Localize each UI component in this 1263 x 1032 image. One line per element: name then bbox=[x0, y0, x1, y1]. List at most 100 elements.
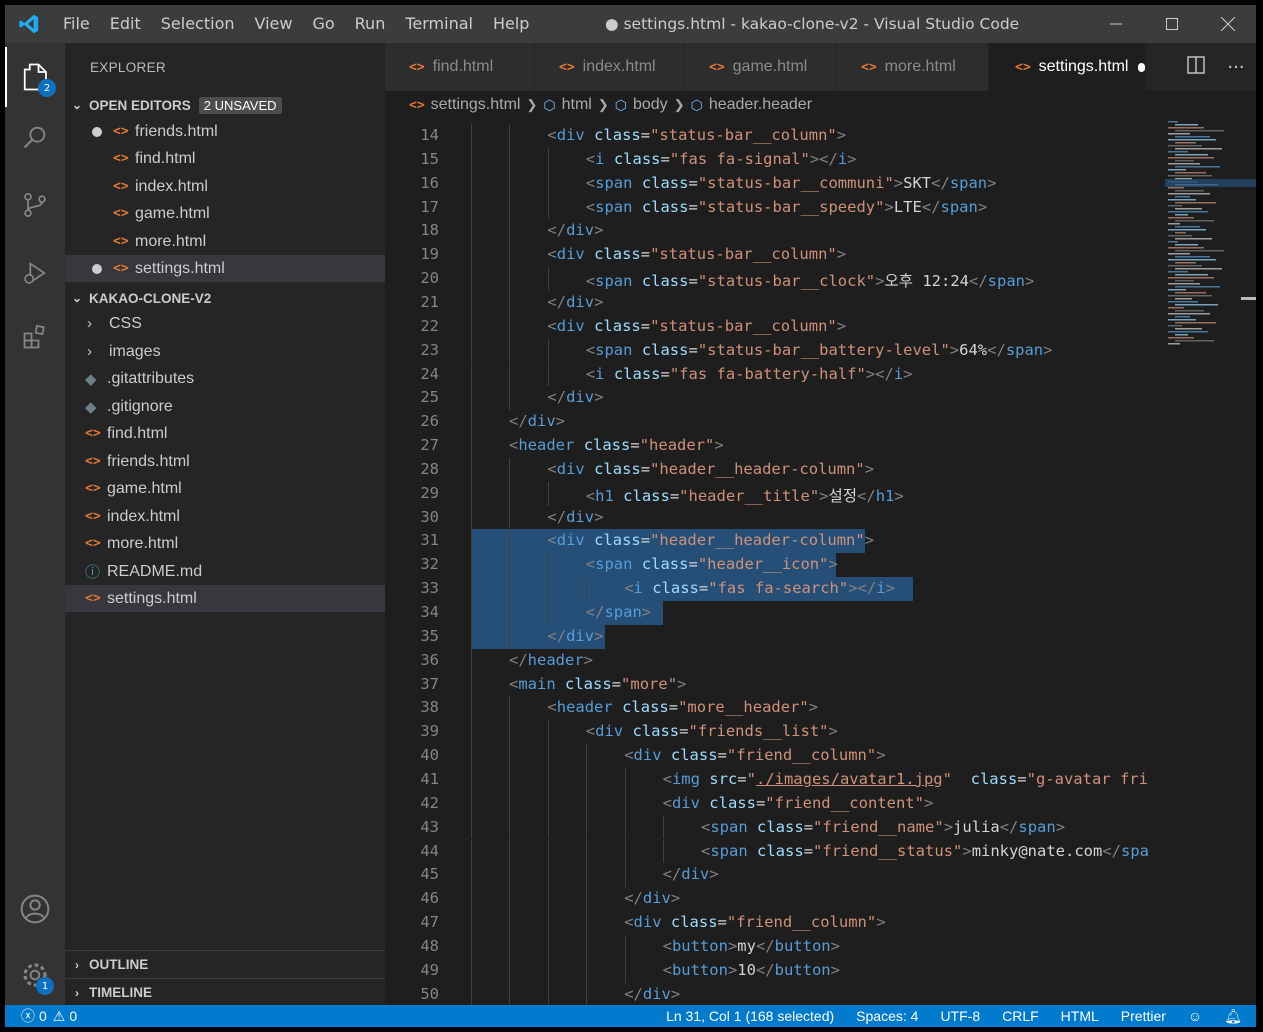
code-line[interactable]: </div> bbox=[547, 627, 603, 645]
code-line[interactable]: <div class="status-bar__column"> bbox=[547, 245, 846, 263]
cursor-position[interactable]: Ln 31, Col 1 (168 selected) bbox=[666, 1008, 834, 1024]
menu-file[interactable]: File bbox=[53, 5, 100, 43]
code-line[interactable]: <span class="friend__status">minky@nate.… bbox=[701, 842, 1149, 860]
open-editor-index[interactable]: <> index.html bbox=[65, 173, 385, 200]
code-line[interactable]: </header> bbox=[509, 651, 593, 669]
code-line[interactable]: </div> bbox=[547, 293, 603, 311]
file-gitattributes[interactable]: ◆ .gitattributes bbox=[65, 365, 385, 392]
more-actions-icon[interactable]: ··· bbox=[1216, 57, 1256, 78]
file-readme[interactable]: ⓘ README.md bbox=[65, 558, 385, 585]
extensions-icon[interactable] bbox=[5, 307, 65, 367]
code-line[interactable]: <div class="friends__list"> bbox=[586, 722, 838, 740]
breadcrumb-header[interactable]: header.header bbox=[709, 96, 812, 114]
code-line[interactable]: <main class="more"> bbox=[509, 675, 686, 693]
account-icon[interactable] bbox=[5, 879, 65, 939]
prettier-status[interactable]: Prettier bbox=[1121, 1008, 1166, 1024]
code-line[interactable]: </div> bbox=[547, 508, 603, 526]
notifications-bell-icon[interactable]: 🔔︎ bbox=[1224, 1008, 1242, 1025]
split-editor-icon[interactable] bbox=[1176, 55, 1216, 79]
menu-view[interactable]: View bbox=[245, 5, 303, 43]
minimap[interactable] bbox=[1165, 119, 1256, 1005]
scrollbar-thumb[interactable] bbox=[1241, 297, 1256, 300]
open-editor-find[interactable]: <> find.html bbox=[65, 145, 385, 172]
open-editor-settings[interactable]: <> settings.html bbox=[65, 255, 385, 282]
code-line[interactable]: <div class="status-bar__column"> bbox=[547, 317, 846, 335]
manage-gear-icon[interactable]: 1 bbox=[5, 945, 65, 1005]
file-settings[interactable]: <> settings.html bbox=[65, 585, 385, 612]
project-section[interactable]: ⌄ KAKAO-CLONE-V2 bbox=[65, 284, 385, 312]
menu-selection[interactable]: Selection bbox=[151, 5, 245, 43]
file-more[interactable]: <> more.html bbox=[65, 530, 385, 557]
code-line[interactable]: <div class="friend__column"> bbox=[624, 913, 885, 931]
encoding[interactable]: UTF-8 bbox=[940, 1008, 980, 1024]
code-line[interactable]: <span class="status-bar__communi">SKT</s… bbox=[586, 174, 997, 192]
code-line[interactable]: <span class="status-bar__clock">오후 12:24… bbox=[586, 269, 1035, 291]
code-line[interactable]: <i class="fas fa-battery-half"></i> bbox=[586, 365, 913, 383]
code-line[interactable]: <span class="header__icon"> bbox=[586, 555, 838, 573]
code-line[interactable]: <div class="header__header-column"> bbox=[547, 531, 874, 549]
tab-settings[interactable]: <> settings.html bbox=[989, 43, 1146, 91]
timeline-section[interactable]: › TIMELINE bbox=[65, 978, 385, 1006]
indentation[interactable]: Spaces: 4 bbox=[856, 1008, 918, 1024]
open-editor-game[interactable]: <> game.html bbox=[65, 200, 385, 227]
file-friends[interactable]: <> friends.html bbox=[65, 448, 385, 475]
run-debug-icon[interactable] bbox=[5, 243, 65, 303]
source-control-icon[interactable] bbox=[5, 175, 65, 235]
line-ending[interactable]: CRLF bbox=[1002, 1008, 1039, 1024]
code-line[interactable]: <header class="more__header"> bbox=[547, 698, 818, 716]
code-line[interactable]: <span class="status-bar__speedy">LTE</sp… bbox=[586, 198, 987, 216]
tab-find[interactable]: <> find.html bbox=[385, 43, 535, 91]
tab-index[interactable]: <> index.html bbox=[535, 43, 685, 91]
code-line[interactable]: </div> bbox=[547, 221, 603, 239]
code-line[interactable]: <i class="fas fa-signal"></i> bbox=[586, 150, 857, 168]
folder-css[interactable]: › CSS bbox=[65, 310, 385, 337]
code-line[interactable]: <span class="status-bar__battery-level">… bbox=[586, 341, 1053, 359]
code-line[interactable]: </span> bbox=[586, 603, 651, 621]
folder-images[interactable]: › images bbox=[65, 338, 385, 365]
code-line[interactable]: </div> bbox=[547, 388, 603, 406]
menu-terminal[interactable]: Terminal bbox=[395, 5, 483, 43]
breadcrumb-body[interactable]: body bbox=[633, 96, 668, 114]
menu-run[interactable]: Run bbox=[345, 5, 396, 43]
tab-game[interactable]: <> game.html bbox=[685, 43, 837, 91]
close-icon[interactable] bbox=[1200, 5, 1256, 43]
minimize-icon[interactable] bbox=[1088, 5, 1144, 43]
outline-section[interactable]: › OUTLINE bbox=[65, 950, 385, 978]
code-line[interactable]: <button>10</button> bbox=[663, 961, 840, 979]
search-icon[interactable] bbox=[5, 107, 65, 167]
breadcrumb-file[interactable]: settings.html bbox=[431, 96, 521, 114]
code-line[interactable]: <div class="header__header-column"> bbox=[547, 460, 874, 478]
menu-help[interactable]: Help bbox=[483, 5, 539, 43]
unsaved-dot-icon[interactable] bbox=[1138, 62, 1145, 72]
code-line[interactable]: </div> bbox=[624, 889, 680, 907]
code-line[interactable]: <button>my</button> bbox=[663, 937, 840, 955]
code-line[interactable]: <span class="friend__name">julia</span> bbox=[701, 818, 1065, 836]
problems-indicator[interactable]: ⓧ 0 ⚠ 0 bbox=[5, 1006, 77, 1026]
breadcrumb-html[interactable]: html bbox=[562, 96, 592, 114]
language-mode[interactable]: HTML bbox=[1061, 1008, 1099, 1024]
code-line[interactable]: </div> bbox=[509, 412, 565, 430]
code-line[interactable]: <img src="./images/avatar1.jpg" class="g… bbox=[663, 770, 1148, 788]
menu-go[interactable]: Go bbox=[302, 5, 344, 43]
feedback-icon[interactable]: ☺ bbox=[1188, 1008, 1202, 1024]
code-line[interactable]: <div class="status-bar__column"> bbox=[547, 126, 846, 144]
open-editors-section[interactable]: ⌄ OPEN EDITORS 2 UNSAVED bbox=[65, 91, 385, 119]
code-line[interactable]: <div class="friend__column"> bbox=[624, 746, 885, 764]
file-gitignore[interactable]: ◆ .gitignore bbox=[65, 393, 385, 420]
open-editor-more[interactable]: <> more.html bbox=[65, 228, 385, 255]
file-game[interactable]: <> game.html bbox=[65, 475, 385, 502]
file-index[interactable]: <> index.html bbox=[65, 503, 385, 530]
code-line[interactable]: <header class="header"> bbox=[509, 436, 724, 454]
tab-more[interactable]: <> more.html bbox=[837, 43, 989, 91]
code-line[interactable]: <div class="friend__content"> bbox=[663, 794, 934, 812]
file-find[interactable]: <> find.html bbox=[65, 420, 385, 447]
code-line[interactable]: <h1 class="header__title">설정</h1> bbox=[586, 484, 904, 506]
code-editor[interactable]: 14 <div class="status-bar__column"> 15 <i c… bbox=[385, 119, 1159, 1005]
code-line[interactable]: </div> bbox=[663, 865, 719, 883]
maximize-icon[interactable] bbox=[1144, 5, 1200, 43]
explorer-icon[interactable]: 2 bbox=[5, 47, 65, 107]
menu-edit[interactable]: Edit bbox=[100, 5, 151, 43]
code-line[interactable]: </div> bbox=[624, 985, 680, 1003]
code-line[interactable]: <i class="fas fa-search"></i> bbox=[624, 579, 895, 597]
open-editor-friends[interactable]: <> friends.html bbox=[65, 118, 385, 145]
